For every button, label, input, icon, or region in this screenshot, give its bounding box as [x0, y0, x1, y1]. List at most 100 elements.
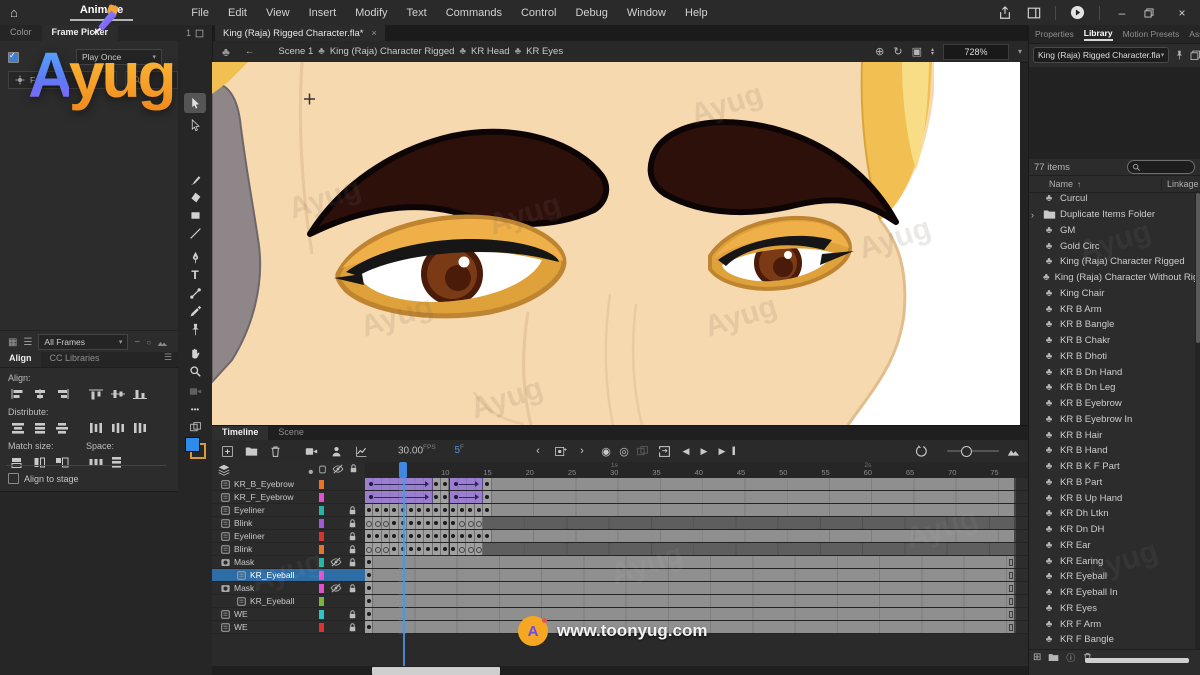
library-item[interactable]: ♣KR B Hand [1029, 443, 1195, 459]
menu-item-text[interactable]: Text [407, 7, 427, 19]
frame-track[interactable] [365, 556, 1028, 569]
zoom-tool[interactable] [184, 361, 206, 381]
delete-layer-icon[interactable] [267, 443, 283, 459]
list-view-icon[interactable]: ☰ [23, 337, 32, 348]
layer-row[interactable]: WE [212, 608, 365, 621]
library-hscroll-thumb[interactable] [1085, 658, 1189, 663]
layer-lock-icon[interactable] [346, 608, 358, 620]
library-vscrollbar[interactable] [1195, 191, 1200, 649]
distribute-icon-dl[interactable] [86, 420, 106, 435]
tab-motion-presets[interactable]: Motion Presets [1123, 29, 1180, 39]
new-layer-icon[interactable] [219, 443, 235, 459]
playhead-marker[interactable] [399, 462, 407, 478]
frame-track[interactable] [365, 491, 1028, 504]
library-item[interactable]: ♣KR B Eyebrow In [1029, 412, 1195, 428]
library-item[interactable]: ♣KR B Hair [1029, 427, 1195, 443]
frame-track[interactable] [365, 582, 1028, 595]
layer-lock-icon[interactable] [346, 543, 358, 555]
timeline-zoom-in-icon[interactable] [1005, 443, 1021, 459]
onion-outline-icon[interactable]: ◎ [616, 443, 632, 459]
layer-lock-icon[interactable] [346, 530, 358, 542]
layer-lock-icon[interactable] [346, 582, 358, 594]
camera-icon[interactable] [303, 443, 319, 459]
frame-track[interactable] [365, 595, 1028, 608]
align-icon-db[interactable] [52, 420, 72, 435]
library-item[interactable]: ♣Curcul [1029, 191, 1195, 207]
new-library-panel-icon[interactable] [1190, 50, 1200, 61]
brush-tool[interactable] [184, 169, 206, 189]
edit-multiple-frames-icon[interactable] [634, 443, 650, 459]
breadcrumb-item[interactable]: King (Raja) Character Rigged [330, 46, 455, 57]
layer-color-chip[interactable] [319, 558, 324, 567]
thumb-size-knob-icon[interactable]: ○ [146, 338, 151, 347]
timeline-zoom-slider[interactable] [947, 450, 999, 452]
selection-tool[interactable] [184, 93, 206, 113]
line-tool[interactable] [184, 223, 206, 243]
layer-color-chip[interactable] [319, 610, 324, 619]
library-item[interactable]: ♣Gold Circ [1029, 238, 1195, 254]
hand-tool[interactable] [184, 343, 206, 363]
minimize-button[interactable]: – [1114, 6, 1130, 20]
layer-row[interactable]: Mask [212, 582, 365, 595]
restore-button[interactable] [1144, 8, 1160, 18]
align-panel-menu-icon[interactable]: ☰ [164, 352, 172, 367]
pin-library-icon[interactable] [1174, 50, 1185, 61]
edit-toolbar-icon[interactable] [184, 417, 206, 437]
layer-hidden-icon[interactable] [330, 582, 342, 594]
layer-row[interactable]: KR_B_Eyebrow [212, 478, 365, 491]
breadcrumb-scene[interactable]: Scene 1 [278, 46, 313, 57]
frame-track[interactable] [365, 504, 1028, 517]
layer-color-chip[interactable] [319, 545, 324, 554]
layer-color-chip[interactable] [319, 623, 324, 632]
layer-color-chip[interactable] [319, 493, 324, 502]
align-icon-sh[interactable] [108, 454, 128, 469]
layer-color-chip[interactable] [319, 480, 324, 489]
test-movie-icon[interactable] [1070, 5, 1085, 20]
thumb-size-plus-icon[interactable] [157, 337, 168, 348]
layer-row[interactable]: KR_Eyeball [212, 569, 365, 582]
frame-track[interactable] [365, 569, 1028, 582]
align-icon-dt[interactable] [8, 420, 28, 435]
library-item[interactable]: ♣KR Eyeball In [1029, 585, 1195, 601]
library-item[interactable]: ♣King (Raja) Character Rigged [1029, 254, 1195, 270]
menu-item-commands[interactable]: Commands [446, 7, 502, 19]
outline-column-icon[interactable] [318, 465, 327, 474]
library-item[interactable]: ♣KR B Bangle [1029, 317, 1195, 333]
next-keyframe-icon[interactable]: › [574, 443, 590, 459]
menu-item-file[interactable]: File [191, 7, 209, 19]
onion-skin-icon[interactable]: ◉ [598, 443, 614, 459]
asset-warp-tool[interactable] [184, 319, 206, 339]
pen-tool[interactable] [184, 247, 206, 267]
library-document-dropdown[interactable]: King (Raja) Rigged Character.fla▾ [1033, 47, 1169, 63]
tab-properties[interactable]: Properties [1035, 29, 1074, 39]
play-button[interactable]: ▶ [696, 443, 712, 459]
grid-view-icon[interactable]: ▦ [8, 337, 17, 348]
share-icon[interactable] [997, 5, 1012, 20]
layer-color-chip[interactable] [319, 506, 324, 515]
align-icon-mb[interactable] [52, 454, 72, 469]
item-properties-icon[interactable]: ⓘ [1066, 651, 1075, 664]
layer-color-chip[interactable] [319, 597, 324, 606]
align-to-stage-checkbox[interactable] [8, 473, 19, 484]
align-icon-at[interactable] [86, 386, 106, 401]
new-folder-icon[interactable] [243, 443, 259, 459]
library-item[interactable]: ♣KR B Arm [1029, 301, 1195, 317]
library-item[interactable]: ♣KR B Dn Hand [1029, 364, 1195, 380]
frame-track[interactable] [365, 543, 1028, 556]
fill-color-swatch[interactable] [185, 437, 200, 452]
library-item[interactable]: ♣KR Earing [1029, 553, 1195, 569]
step-back-icon[interactable]: ◀ [678, 443, 694, 459]
frame-track[interactable] [365, 478, 1028, 491]
library-item[interactable]: ♣KR B K F Part [1029, 459, 1195, 475]
expand-folder-icon[interactable]: › [1031, 210, 1034, 220]
layer-row[interactable]: Blink [212, 543, 365, 556]
menu-item-control[interactable]: Control [521, 7, 556, 19]
workspace-icon[interactable] [1026, 5, 1041, 20]
all-frames-dropdown[interactable]: All Frames▾ [38, 334, 128, 350]
document-tab[interactable]: King (Raja) Rigged Character.fla* × [215, 25, 385, 41]
stage-canvas[interactable] [212, 62, 1020, 425]
align-icon-ab[interactable] [130, 386, 150, 401]
thumb-size-minus-icon[interactable]: − [134, 337, 140, 348]
library-item[interactable]: ›Duplicate Items Folder [1029, 207, 1195, 223]
camera-tool[interactable] [184, 381, 206, 401]
